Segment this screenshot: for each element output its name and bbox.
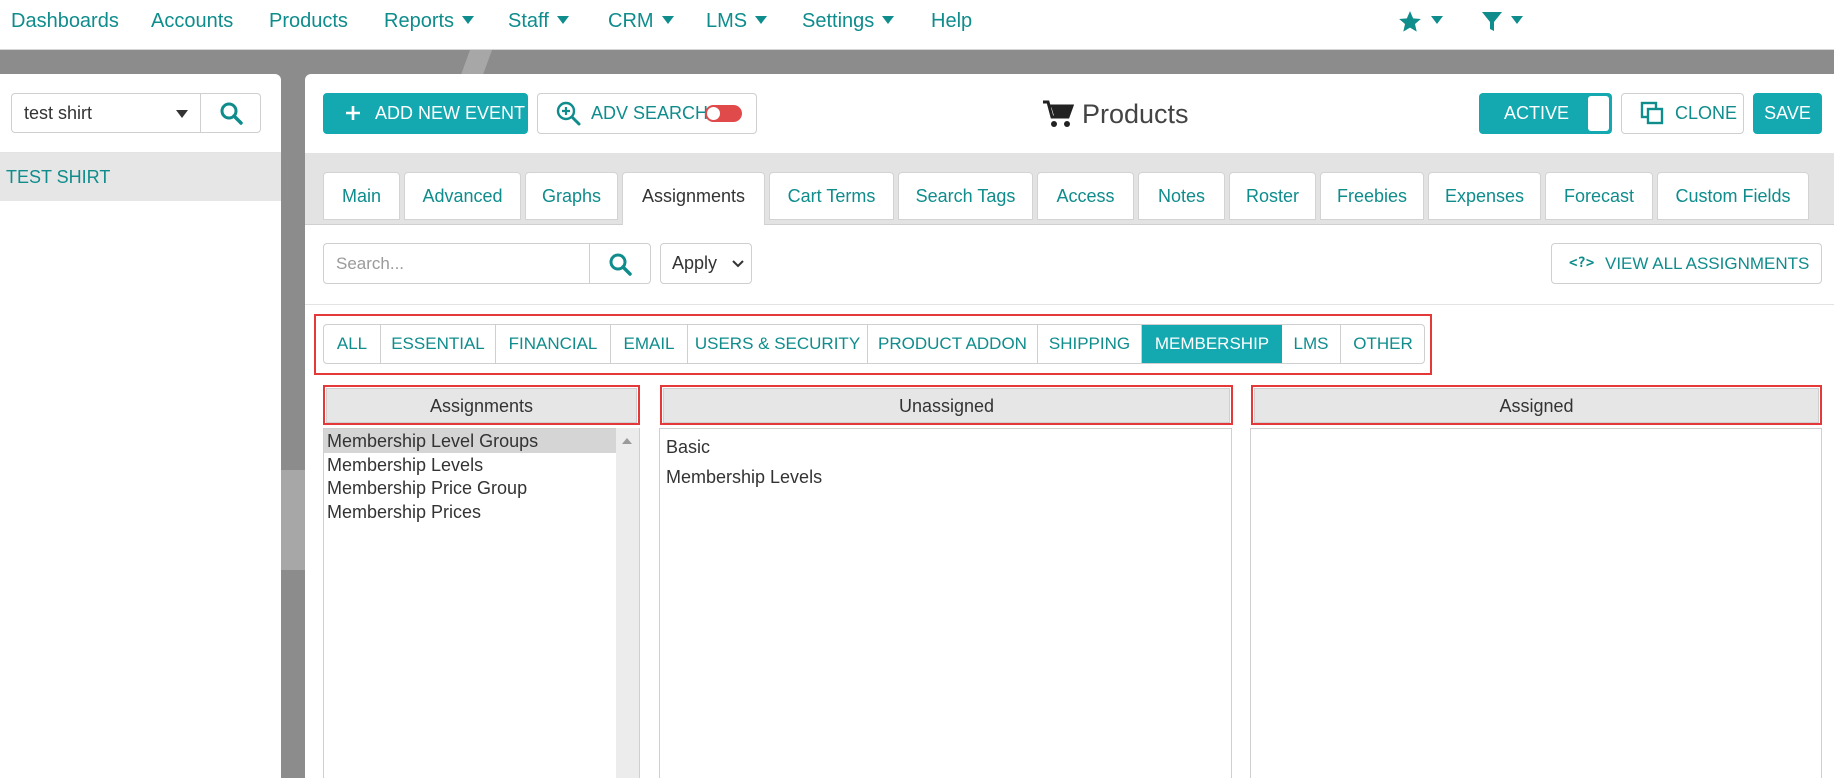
- nav-crm[interactable]: CRM: [608, 0, 674, 42]
- category-other[interactable]: OTHER: [1341, 325, 1424, 363]
- filter-icon: [1482, 11, 1502, 31]
- assigned-column-header: Assigned: [1254, 388, 1819, 423]
- tab-freebies[interactable]: Freebies: [1320, 172, 1424, 220]
- assignments-column-header: Assignments: [326, 388, 637, 423]
- search-icon: [220, 102, 243, 125]
- nav-accounts[interactable]: Accounts: [151, 0, 233, 42]
- category-shipping[interactable]: SHIPPING: [1038, 325, 1142, 363]
- product-search-button[interactable]: [200, 93, 261, 133]
- background-stripe: [281, 470, 305, 570]
- star-icon: [1399, 10, 1421, 32]
- apply-select[interactable]: Apply: [660, 243, 752, 284]
- search-icon: [609, 253, 632, 276]
- adv-search-toggle[interactable]: [705, 105, 742, 122]
- category-financial[interactable]: FINANCIAL: [496, 325, 611, 363]
- tab-cart-terms[interactable]: Cart Terms: [769, 172, 894, 220]
- chevron-down-icon: [1431, 15, 1443, 24]
- chevron-down-icon: [176, 110, 188, 118]
- code-icon: <?>: [1569, 255, 1595, 271]
- nav-reports[interactable]: Reports: [384, 0, 475, 42]
- tab-graphs[interactable]: Graphs: [525, 172, 618, 220]
- tab-custom-fields[interactable]: Custom Fields: [1657, 172, 1809, 220]
- chevron-down-icon: [661, 15, 674, 24]
- favorites-menu[interactable]: [1397, 0, 1443, 42]
- clone-button[interactable]: CLONE: [1621, 93, 1744, 134]
- category-email[interactable]: EMAIL: [611, 325, 688, 363]
- tab-assignments[interactable]: Assignments: [622, 172, 765, 225]
- nav-help[interactable]: Help: [931, 0, 972, 42]
- product-result-item[interactable]: TEST SHIRT: [0, 153, 281, 201]
- product-search-select[interactable]: test shirt: [11, 93, 201, 133]
- category-all[interactable]: ALL: [324, 325, 381, 363]
- assignment-search-input[interactable]: Search...: [323, 243, 590, 284]
- zoom-in-icon: [556, 101, 581, 126]
- chevron-down-icon: [732, 260, 744, 268]
- nav-products[interactable]: Products: [269, 0, 348, 42]
- toggle-knob: [1588, 96, 1609, 131]
- tab-access[interactable]: Access: [1037, 172, 1134, 220]
- assigned-listbox[interactable]: [1250, 428, 1822, 778]
- tab-search-tags[interactable]: Search Tags: [898, 172, 1033, 220]
- adv-search-button[interactable]: ADV SEARCH: [537, 93, 757, 134]
- tab-forecast[interactable]: Forecast: [1545, 172, 1653, 220]
- tab-notes[interactable]: Notes: [1138, 172, 1225, 220]
- plus-icon: [346, 106, 360, 120]
- divider: [305, 304, 1834, 305]
- assignment-search-button[interactable]: [589, 243, 651, 284]
- tab-main[interactable]: Main: [323, 172, 400, 220]
- category-users-security[interactable]: USERS & SECURITY: [688, 325, 868, 363]
- category-membership[interactable]: MEMBERSHIP: [1142, 325, 1282, 363]
- category-filter: ALL ESSENTIAL FINANCIAL EMAIL USERS & SE…: [323, 324, 1425, 364]
- tab-advanced[interactable]: Advanced: [404, 172, 521, 220]
- list-item[interactable]: Membership Price Group: [324, 476, 527, 500]
- listbox-scrollbar[interactable]: [616, 428, 639, 778]
- add-new-event-button[interactable]: ADD NEW EVENT: [323, 93, 528, 134]
- tab-roster[interactable]: Roster: [1229, 172, 1316, 220]
- nav-dashboards[interactable]: Dashboards: [11, 0, 119, 42]
- category-essential[interactable]: ESSENTIAL: [381, 325, 496, 363]
- assignments-listbox[interactable]: Membership Level Groups Membership Level…: [323, 428, 640, 778]
- chevron-down-icon: [556, 15, 569, 24]
- nav-staff[interactable]: Staff: [508, 0, 569, 42]
- list-item[interactable]: Membership Levels: [666, 462, 822, 492]
- chevron-down-icon: [882, 15, 895, 24]
- chevron-down-icon: [755, 15, 768, 24]
- shopping-cart-icon: [1043, 100, 1074, 127]
- list-item[interactable]: Membership Prices: [324, 500, 481, 524]
- toggle-knob: [707, 107, 720, 120]
- copy-icon: [1640, 101, 1664, 125]
- chevron-down-icon: [462, 15, 475, 24]
- save-button[interactable]: SAVE: [1753, 93, 1822, 134]
- list-item[interactable]: Membership Levels: [324, 453, 483, 477]
- page-title: Products: [1042, 96, 1189, 132]
- category-lms[interactable]: LMS: [1282, 325, 1341, 363]
- nav-settings[interactable]: Settings: [802, 0, 895, 42]
- top-navigation: Dashboards Accounts Products Reports Sta…: [0, 0, 1834, 50]
- list-item[interactable]: Membership Level Groups: [324, 429, 616, 453]
- chevron-down-icon: [1511, 15, 1523, 24]
- nav-lms[interactable]: LMS: [706, 0, 768, 42]
- tab-expenses[interactable]: Expenses: [1428, 172, 1541, 220]
- category-product-addon[interactable]: PRODUCT ADDON: [868, 325, 1038, 363]
- list-item[interactable]: Basic: [666, 432, 710, 462]
- scroll-up-icon[interactable]: [622, 438, 632, 444]
- unassigned-listbox[interactable]: Basic Membership Levels: [659, 428, 1232, 778]
- active-toggle[interactable]: ACTIVE: [1479, 93, 1612, 134]
- product-search-panel: test shirt TEST SHIRT: [0, 74, 281, 778]
- view-all-assignments-button[interactable]: <?> VIEW ALL ASSIGNMENTS: [1551, 243, 1822, 284]
- filter-menu[interactable]: [1481, 0, 1523, 42]
- unassigned-column-header: Unassigned: [663, 388, 1230, 423]
